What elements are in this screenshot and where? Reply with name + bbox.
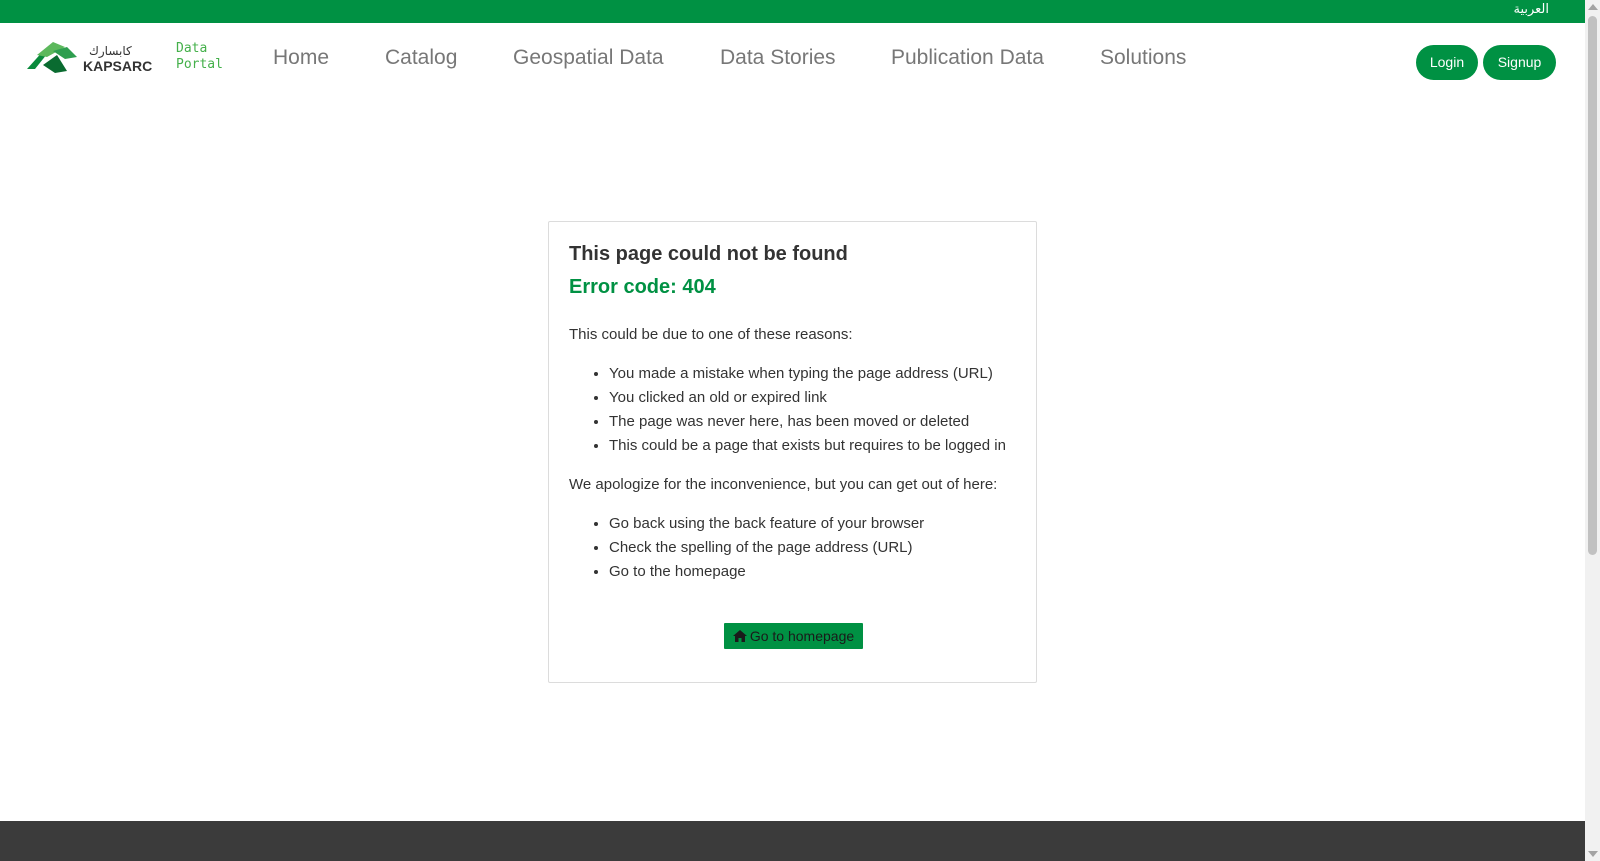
nav-home[interactable]: Home [273, 46, 329, 70]
options-intro: We apologize for the inconvenience, but … [569, 476, 998, 493]
kapsarc-logo-icon: كابسارك KAPSARC [27, 42, 152, 74]
go-to-homepage-label: Go to homepage [749, 628, 855, 644]
logo-arabic-wordmark: كابسارك [89, 44, 132, 59]
nav-catalog[interactable]: Catalog [385, 46, 457, 70]
reasons-list: You made a mistake when typing the page … [609, 362, 1006, 458]
home-icon [732, 630, 747, 642]
top-bar: العربية [0, 0, 1585, 23]
main-navbar: كابسارك KAPSARC Data Portal Home Catalog… [0, 23, 1585, 101]
scroll-down-arrow-icon[interactable] [1588, 851, 1598, 857]
language-switch-link[interactable]: العربية [1513, 2, 1549, 17]
scroll-up-arrow-icon[interactable] [1588, 4, 1598, 10]
error-card: This page could not be found Error code:… [548, 221, 1037, 683]
kapsarc-logo[interactable]: كابسارك KAPSARC Data Portal [27, 41, 223, 77]
logo-latin-wordmark: KAPSARC [83, 58, 152, 74]
page-footer [0, 821, 1585, 861]
login-button[interactable]: Login [1416, 45, 1478, 80]
list-item: Go to the homepage [609, 560, 924, 584]
nav-geospatial-data[interactable]: Geospatial Data [513, 46, 664, 70]
list-item: Go back using the back feature of your b… [609, 512, 924, 536]
nav-data-stories[interactable]: Data Stories [720, 46, 836, 70]
list-item: You clicked an old or expired link [609, 386, 1006, 410]
nav-publication-data[interactable]: Publication Data [891, 46, 1044, 70]
list-item: Check the spelling of the page address (… [609, 536, 924, 560]
list-item: You made a mistake when typing the page … [609, 362, 1006, 386]
data-portal-label: Data Portal [176, 41, 223, 72]
error-title: This page could not be found [569, 243, 848, 265]
go-to-homepage-button[interactable]: Go to homepage [724, 623, 863, 649]
list-item: The page was never here, has been moved … [609, 410, 1006, 434]
options-list: Go back using the back feature of your b… [609, 512, 924, 584]
nav-solutions[interactable]: Solutions [1100, 46, 1186, 70]
reasons-intro: This could be due to one of these reason… [569, 326, 853, 343]
signup-button[interactable]: Signup [1483, 45, 1556, 80]
error-code: Error code: 404 [569, 276, 716, 298]
scrollbar-thumb[interactable] [1588, 16, 1597, 555]
vertical-scrollbar[interactable] [1585, 0, 1600, 861]
list-item: This could be a page that exists but req… [609, 434, 1006, 458]
